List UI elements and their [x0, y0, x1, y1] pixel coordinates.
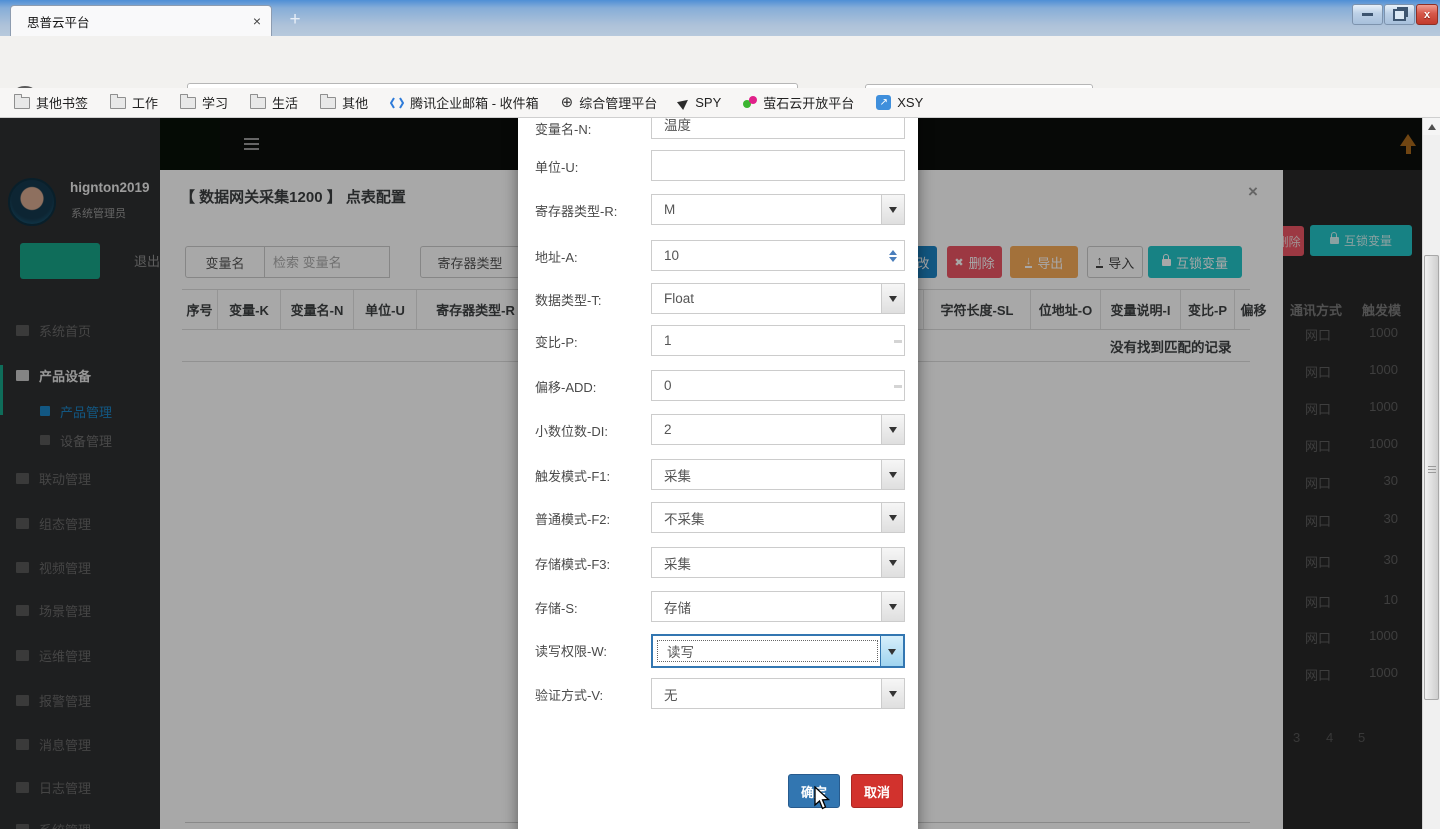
tencent-mail-icon — [390, 96, 404, 110]
scrollbar-grip — [1428, 466, 1436, 474]
decimals-select[interactable]: 2 — [651, 414, 905, 445]
window-close-button[interactable]: x — [1416, 4, 1438, 25]
bookmark-folder-other[interactable]: 其他书签 — [14, 93, 88, 112]
scrollbar-thumb[interactable] — [1424, 255, 1439, 700]
unit-field[interactable] — [651, 150, 905, 181]
chevron-down-icon[interactable] — [881, 195, 904, 224]
chevron-down-icon[interactable] — [881, 460, 904, 489]
datatype-select[interactable]: Float — [651, 283, 905, 314]
chevron-down-icon[interactable] — [881, 415, 904, 444]
form-row-register-type: 寄存器类型-R: M — [518, 194, 918, 230]
field-label: 普通模式-F2: — [535, 509, 610, 528]
address-stepper[interactable] — [651, 240, 905, 271]
form-row-trigger-mode: 触发模式-F1: 采集 — [518, 459, 918, 495]
folder-icon — [320, 97, 336, 109]
spy-icon — [677, 95, 691, 109]
field-label: 存储模式-F3: — [535, 554, 610, 573]
spinner-icons[interactable] — [887, 241, 900, 270]
bookmark-folder-work[interactable]: 工作 — [110, 93, 158, 112]
bookmark-xsy[interactable]: ↗XSY — [876, 95, 923, 110]
form-row-ratio: 变比-P: — [518, 325, 918, 361]
register-type-select[interactable]: M — [651, 194, 905, 225]
field-label: 存储-S: — [535, 598, 578, 617]
tab-close-icon[interactable]: × — [253, 13, 261, 29]
unit-input[interactable] — [652, 158, 904, 173]
close-icon: x — [1424, 9, 1430, 21]
ratio-field[interactable] — [651, 325, 905, 356]
minimize-icon — [1362, 13, 1373, 16]
field-label: 寄存器类型-R: — [535, 201, 617, 220]
restore-icon — [1393, 9, 1406, 21]
window-minimize-button[interactable] — [1352, 4, 1383, 25]
storage-select[interactable]: 存储 — [651, 591, 905, 622]
form-row-address: 地址-A: — [518, 240, 918, 276]
form-row-varname: 变量名-N: — [518, 118, 918, 144]
form-row-rw-permission: 读写权限-W: 读写 — [518, 634, 918, 670]
browser-navbar: ← → ↻ ⌂ iot.idosp.net/admin/index.html?l… — [0, 36, 1440, 89]
scrollbar-up-arrow[interactable] — [1423, 118, 1440, 135]
form-row-storage-mode: 存储模式-F3: 采集 — [518, 547, 918, 583]
field-label: 变比-P: — [535, 332, 578, 351]
bookmarks-bar: 其他书签 工作 学习 生活 其他 腾讯企业邮箱 - 收件箱 ⊕综合管理平台 SP… — [0, 88, 1440, 118]
folder-icon — [250, 97, 266, 109]
field-label: 单位-U: — [535, 157, 578, 176]
field-label: 偏移-ADD: — [535, 377, 596, 396]
folder-icon — [14, 97, 30, 109]
bookmark-tencent-mail[interactable]: 腾讯企业邮箱 - 收件箱 — [390, 93, 539, 112]
field-label: 变量名-N: — [535, 119, 591, 138]
page-scrollbar[interactable] — [1422, 118, 1440, 829]
form-row-unit: 单位-U: — [518, 150, 918, 186]
form-row-offset: 偏移-ADD: — [518, 370, 918, 406]
cancel-button[interactable]: 取消 — [851, 774, 903, 808]
chevron-down-icon[interactable] — [880, 636, 903, 666]
storage-mode-select[interactable]: 采集 — [651, 547, 905, 578]
globe-icon: ⊕ — [561, 95, 574, 110]
folder-icon — [110, 97, 126, 109]
ezviz-icon — [743, 96, 757, 110]
window-restore-button[interactable] — [1384, 4, 1415, 25]
varname-input[interactable] — [652, 118, 904, 131]
new-tab-button[interactable]: + — [284, 9, 306, 31]
chevron-down-icon[interactable] — [881, 548, 904, 577]
varname-field[interactable] — [651, 118, 905, 139]
bookmark-ezviz[interactable]: 萤石云开放平台 — [743, 93, 854, 112]
form-row-normal-mode: 普通模式-F2: 不采集 — [518, 502, 918, 538]
browser-tab[interactable]: 思普云平台 × — [10, 5, 272, 36]
tab-title: 思普云平台 — [27, 12, 253, 31]
offset-field[interactable] — [651, 370, 905, 401]
verify-mode-select[interactable]: 无 — [651, 678, 905, 709]
chevron-down-icon[interactable] — [881, 592, 904, 621]
rw-permission-select[interactable]: 读写 — [651, 634, 905, 668]
field-label: 数据类型-T: — [535, 290, 601, 309]
bookmark-folder-study[interactable]: 学习 — [180, 93, 228, 112]
field-label: 地址-A: — [535, 247, 578, 266]
field-label: 小数位数-DI: — [535, 421, 608, 440]
address-input[interactable] — [652, 248, 887, 263]
chevron-down-icon[interactable] — [881, 503, 904, 532]
normal-mode-select[interactable]: 不采集 — [651, 502, 905, 533]
bookmark-mgmt-platform[interactable]: ⊕综合管理平台 — [561, 93, 658, 112]
form-row-verify-mode: 验证方式-V: 无 — [518, 678, 918, 714]
xsy-icon: ↗ — [876, 95, 891, 110]
chevron-down-icon[interactable] — [881, 284, 904, 313]
trigger-mode-select[interactable]: 采集 — [651, 459, 905, 490]
form-row-storage: 存储-S: 存储 — [518, 591, 918, 627]
ratio-input[interactable] — [652, 333, 904, 348]
bookmark-folder-misc[interactable]: 其他 — [320, 93, 368, 112]
screen: { "browser": { "tab_title": "思普云平台", "ta… — [0, 0, 1440, 829]
field-label: 触发模式-F1: — [535, 466, 610, 485]
bookmark-spy[interactable]: SPY — [679, 95, 721, 110]
mouse-cursor — [814, 786, 831, 810]
form-row-decimals: 小数位数-DI: 2 — [518, 414, 918, 450]
bookmark-folder-life[interactable]: 生活 — [250, 93, 298, 112]
field-label: 读写权限-W: — [535, 641, 607, 660]
offset-input[interactable] — [652, 378, 904, 393]
page-content: hignton2019 系统管理员 退出 系统首页 产品设备 产品管理 设备管理… — [0, 118, 1440, 829]
field-label: 验证方式-V: — [535, 685, 603, 704]
chevron-down-icon[interactable] — [881, 679, 904, 708]
folder-icon — [180, 97, 196, 109]
browser-titlebar: 思普云平台 × + x — [0, 0, 1440, 36]
variable-edit-modal: 变量名-N: 单位-U: 寄存器类型-R: M 地址-A: 数据类型-T: Fl… — [518, 118, 918, 829]
form-row-datatype: 数据类型-T: Float — [518, 283, 918, 319]
